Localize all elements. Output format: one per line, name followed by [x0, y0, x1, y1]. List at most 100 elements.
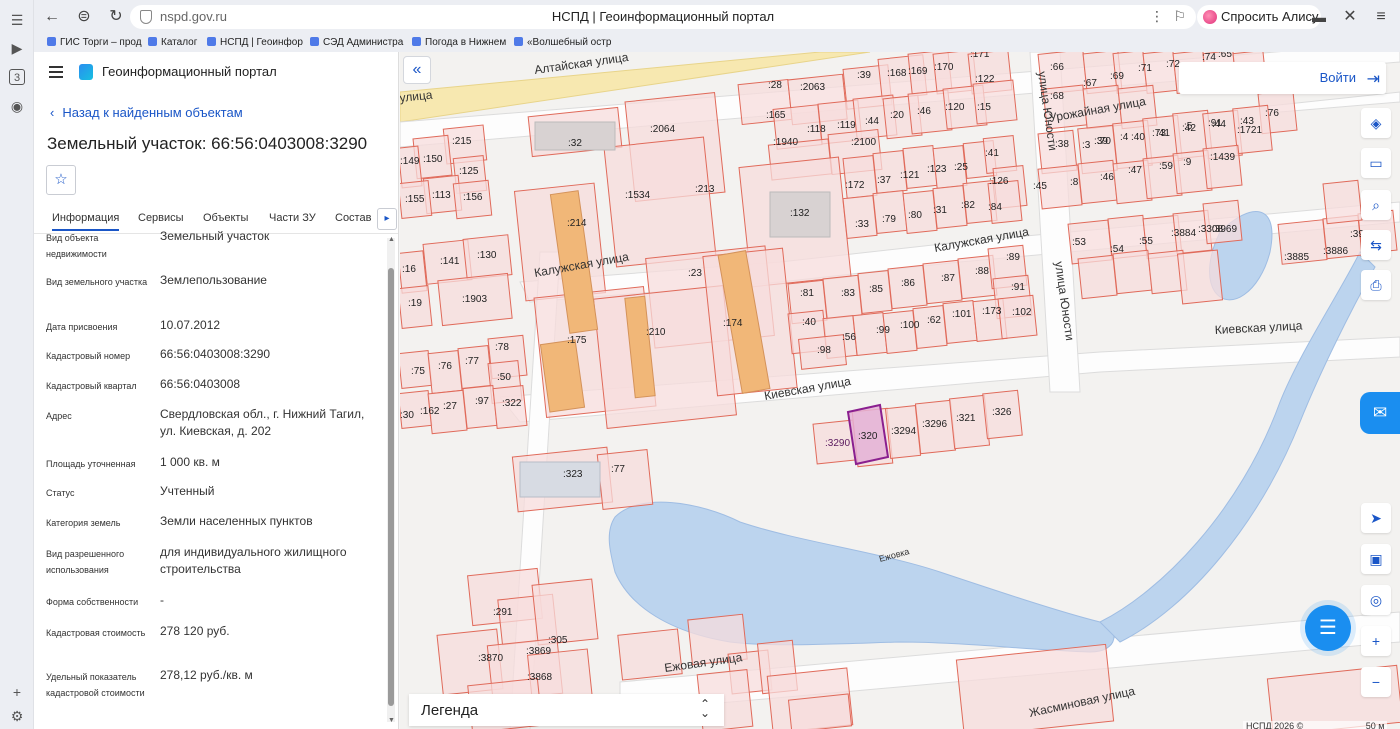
settings-icon[interactable]: ⚙ — [9, 708, 25, 724]
collapse-panel-icon[interactable]: « — [403, 56, 431, 84]
scroll-down-icon[interactable]: ▼ — [388, 717, 395, 724]
bookmark-item[interactable]: НСПД | Геоинфор — [207, 37, 303, 48]
back-icon[interactable]: ← — [43, 8, 61, 26]
parcel-label: :55 — [1139, 236, 1153, 247]
parcel-label: :25 — [954, 162, 968, 173]
parcel-label: :1903 — [462, 294, 487, 305]
object-info-panel: Геоинформационный портал ‹ Назад к найден… — [34, 52, 399, 729]
downloads-icon[interactable]: ▬ — [1310, 8, 1328, 26]
river — [1099, 251, 1376, 643]
parcel-shape[interactable] — [1176, 249, 1224, 305]
login-button[interactable]: Войти — [1320, 70, 1356, 85]
tab-objects[interactable]: Объекты — [203, 212, 248, 224]
panel-scrollbar[interactable]: ▲ ▼ — [387, 236, 395, 724]
search-area-icon[interactable]: ⌕ — [1361, 190, 1391, 220]
parcel-label: :68 — [1050, 91, 1064, 102]
parcel-shape[interactable] — [1322, 179, 1363, 225]
address-bar[interactable]: НСПД | Геоинформационный портал nspd.gov… — [130, 5, 1196, 29]
tab-composition[interactable]: Состав — [335, 212, 371, 224]
parcel-label: :20 — [890, 110, 904, 121]
parcel-label: :213 — [695, 184, 715, 195]
tab-services[interactable]: Сервисы — [138, 212, 184, 224]
parcel-label: :171 — [970, 52, 990, 60]
parcel-shape[interactable] — [1112, 249, 1153, 295]
layers-icon[interactable]: ◈ — [1361, 108, 1391, 138]
property-value: 1 000 кв. м — [160, 455, 220, 469]
chat-icon[interactable]: ☰ — [1305, 605, 1351, 651]
favorite-star-icon[interactable]: ☆ — [46, 165, 76, 195]
menu-icon[interactable]: ≡ — [1372, 8, 1390, 26]
bookmark-icon[interactable]: ⚐ — [1173, 8, 1186, 25]
ask-alisa-button[interactable]: Спросить Алису AI — [1197, 5, 1321, 48]
property-value: 278,12 руб./кв. м — [160, 668, 253, 682]
media-icon[interactable]: ◉ — [9, 98, 25, 114]
parcel-shape[interactable] — [842, 154, 878, 200]
parcel-shape[interactable] — [787, 693, 853, 729]
parcel-label: :101 — [952, 309, 972, 320]
cadastral-map[interactable]: Алтайская улица улица Калужская улица Калуж… — [400, 52, 1400, 729]
parcel-shape[interactable] — [842, 194, 878, 240]
parcel-shape[interactable] — [457, 344, 493, 390]
print-icon[interactable]: ⎙ — [1361, 270, 1391, 300]
parcel-label: :120 — [945, 102, 965, 113]
scroll-up-icon[interactable]: ▲ — [388, 236, 395, 243]
share-icon[interactable]: ⇆ — [1361, 230, 1391, 260]
parcel-label: :1940 — [773, 137, 798, 148]
bookmark-item[interactable]: «Волшебный остр — [514, 37, 611, 48]
parcel-shape[interactable] — [596, 448, 654, 511]
tabs-scroll-right-icon[interactable]: ▸ — [377, 208, 397, 230]
parcel-label: :76 — [438, 361, 452, 372]
collections-icon[interactable]: ☰ — [9, 12, 25, 28]
back-to-results-link[interactable]: ‹ Назад к найденным объектам — [50, 105, 243, 120]
extension-icon[interactable]: ✕ — [1341, 8, 1359, 26]
ruler-icon[interactable]: ▭ — [1361, 148, 1391, 178]
hamburger-menu-icon[interactable] — [49, 66, 63, 78]
parcel-shape[interactable] — [872, 189, 908, 235]
parcel-label: :3296 — [922, 419, 947, 430]
bookmark-item[interactable]: СЭД Администра — [310, 37, 403, 48]
legend-dropdown[interactable]: Легенда ⌃ ⌄ — [409, 694, 724, 726]
property-value: - — [160, 593, 164, 607]
zoom-out-icon[interactable]: − — [1361, 667, 1391, 697]
parcel-shape[interactable] — [1077, 254, 1118, 300]
parcel-label: :33 — [855, 219, 869, 230]
locate-icon[interactable]: ➤ — [1361, 503, 1391, 533]
parcel-label: :30 — [400, 410, 414, 421]
parcel-shape[interactable] — [427, 349, 463, 395]
property-value: Земли населенных пунктов — [160, 514, 313, 528]
shield-icon[interactable]: ⊜ — [75, 8, 93, 26]
url-text: nspd.gov.ru — [160, 9, 227, 24]
parcel-label: :320 — [858, 431, 878, 442]
more-icon[interactable]: ⋮ — [1150, 8, 1164, 25]
bookmark-item[interactable]: ГИС Торги – прод — [47, 37, 142, 48]
parcel-label: :2100 — [851, 137, 876, 148]
zoom-in-icon[interactable]: + — [1361, 626, 1391, 656]
tab-information[interactable]: Информация — [52, 212, 120, 231]
parcel-shape[interactable] — [942, 299, 978, 345]
parcel-shape[interactable] — [1202, 199, 1243, 245]
login-box[interactable]: Войти ⇥ — [1179, 62, 1386, 94]
add-icon[interactable]: + — [9, 684, 25, 700]
tab-parts[interactable]: Части ЗУ — [269, 212, 316, 224]
parcel-label: :23 — [688, 268, 702, 279]
bookmark-item[interactable]: Каталог — [148, 37, 197, 48]
screen-icon[interactable]: ▣ — [1361, 544, 1391, 574]
map-canvas[interactable]: Алтайская улицаулицаКалужская улицаКалуж… — [400, 52, 1400, 729]
parcel-label: :79 — [882, 214, 896, 225]
video-icon[interactable]: ▶ — [9, 40, 25, 56]
parcel-label: :77 — [611, 464, 625, 475]
parcel-shape[interactable] — [462, 384, 498, 430]
bookmark-item[interactable]: Погода в Нижнем — [412, 37, 506, 48]
feedback-tab-icon[interactable]: ✉ — [1360, 392, 1400, 434]
reload-icon[interactable]: ↻ — [107, 8, 125, 26]
property-label: Статус — [46, 488, 75, 498]
tab-count-icon[interactable]: 3 — [9, 69, 25, 85]
parcel-label: :119 — [837, 120, 856, 131]
map-footer: НСПД 2026 © 50 м — [1243, 721, 1388, 729]
scroll-thumb[interactable] — [388, 268, 394, 706]
geolocation-icon[interactable]: ◎ — [1361, 585, 1391, 615]
parcel-shape[interactable] — [603, 136, 717, 268]
object-title: Земельный участок: 66:56:0403008:3290 — [47, 134, 368, 153]
parcel-label: :86 — [901, 278, 915, 289]
property-value: 66:56:0403008 — [160, 377, 241, 391]
